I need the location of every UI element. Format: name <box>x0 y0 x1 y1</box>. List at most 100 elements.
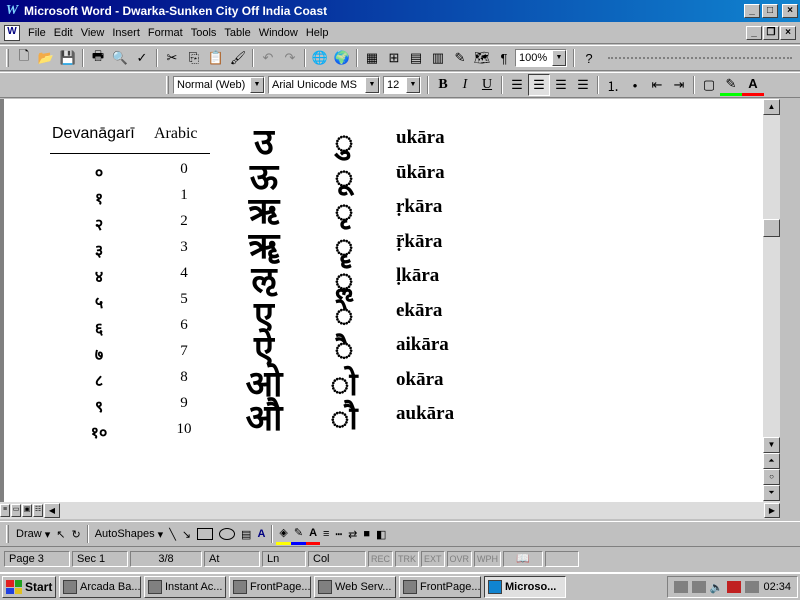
status-rec[interactable]: REC <box>368 551 394 567</box>
word-app-icon[interactable]: W <box>4 3 20 19</box>
print-icon[interactable]: 🖶 <box>87 47 109 69</box>
task-instant[interactable]: Instant Ac... <box>144 576 226 598</box>
outline-view-icon[interactable]: ☷ <box>33 504 43 517</box>
task-web-server[interactable]: Web Serv... <box>314 576 396 598</box>
menu-insert[interactable]: Insert <box>108 25 144 41</box>
menu-window[interactable]: Window <box>255 25 302 41</box>
borders-icon[interactable]: ▢ <box>698 74 720 96</box>
cut-icon[interactable]: ✂ <box>161 47 183 69</box>
task-word[interactable]: Microso... <box>484 576 566 598</box>
new-document-icon[interactable]: 🗋 <box>13 47 35 69</box>
document-icon[interactable]: W <box>4 24 20 41</box>
columns-icon[interactable]: ▥ <box>427 47 449 69</box>
document-map-icon[interactable]: 🗺 <box>471 47 493 69</box>
font-color-icon[interactable]: A <box>742 74 764 96</box>
tables-borders-icon[interactable]: ▦ <box>361 47 383 69</box>
bullets-icon[interactable]: • <box>624 74 646 96</box>
status-ovr[interactable]: OVR <box>446 551 473 567</box>
print-layout-icon[interactable]: ▣ <box>22 504 32 517</box>
task-frontpage-1[interactable]: FrontPage... <box>229 576 311 598</box>
prev-page-icon[interactable]: ⏶ <box>763 453 780 469</box>
redo-icon[interactable]: ↷ <box>279 47 301 69</box>
task-frontpage-2[interactable]: FrontPage... <box>399 576 481 598</box>
antivirus-icon[interactable] <box>727 581 742 593</box>
insert-excel-icon[interactable]: ▤ <box>405 47 427 69</box>
bold-button[interactable]: B <box>432 74 454 96</box>
monitor-icon[interactable] <box>691 581 706 593</box>
autoshapes-menu-button[interactable]: AutoShapes ▾ <box>92 523 167 545</box>
chevron-down-icon[interactable]: ▼ <box>365 77 379 93</box>
show-hide-icon[interactable]: ¶ <box>493 47 515 69</box>
align-right-icon[interactable]: ☰ <box>550 74 572 96</box>
scroll-up-icon[interactable]: ▲ <box>763 99 780 115</box>
status-trk[interactable]: TRK <box>395 551 420 567</box>
doc-close-button[interactable]: × <box>780 25 796 40</box>
toolbar-grip[interactable] <box>6 49 9 67</box>
menu-table[interactable]: Table <box>220 25 254 41</box>
undo-icon[interactable]: ↶ <box>257 47 279 69</box>
spelling-status-icon[interactable]: 📖 <box>503 551 544 567</box>
vertical-scrollbar[interactable]: ▲ ▼ ⏶ ○ ⏷ <box>763 99 780 502</box>
next-page-icon[interactable]: ⏷ <box>763 485 780 501</box>
3d-icon[interactable]: ◧ <box>373 523 389 545</box>
scroll-down-icon[interactable]: ▼ <box>763 437 780 453</box>
line-color-icon[interactable]: ✎ <box>290 523 307 545</box>
align-left-icon[interactable]: ☰ <box>506 74 528 96</box>
select-objects-icon[interactable]: ↖ <box>53 523 68 545</box>
menu-edit[interactable]: Edit <box>50 25 77 41</box>
dash-style-icon[interactable]: ┅ <box>332 523 345 545</box>
rectangle-icon[interactable] <box>197 528 214 540</box>
print-preview-icon[interactable]: 🔍 <box>109 47 131 69</box>
text-box-icon[interactable]: ▤ <box>238 523 254 545</box>
paste-icon[interactable]: 📋 <box>205 47 227 69</box>
scheduler-icon[interactable] <box>745 581 760 593</box>
task-arcada[interactable]: Arcada Ba... <box>59 576 141 598</box>
document-page[interactable]: Devanāgarī Arabic ० 0 १ 1 २ 2 ३ 3 ४ 4 ५ 5 ६ 6 ७ 7 ८ 8 ९ 9 १०… <box>0 99 763 502</box>
status-wph[interactable]: WPH <box>474 551 502 567</box>
underline-button[interactable]: U <box>476 74 498 96</box>
menu-tools[interactable]: Tools <box>187 25 221 41</box>
menu-file[interactable]: File <box>24 25 50 41</box>
web-toolbar-icon[interactable]: 🌍 <box>331 47 353 69</box>
open-folder-icon[interactable]: 📂 <box>35 47 57 69</box>
scroll-left-icon[interactable]: ◀ <box>44 503 60 518</box>
fill-color-icon[interactable]: ◈ <box>276 523 291 545</box>
select-browse-icon[interactable]: ○ <box>763 469 780 485</box>
hyperlink-icon[interactable]: 🌐 <box>309 47 331 69</box>
web-layout-icon[interactable]: ▭ <box>11 504 21 517</box>
free-rotate-icon[interactable]: ↻ <box>68 523 83 545</box>
normal-view-icon[interactable]: ≡ <box>0 504 10 517</box>
chevron-down-icon[interactable]: ▼ <box>552 50 566 66</box>
style-select[interactable]: Normal (Web) ▼ <box>173 76 265 94</box>
save-icon[interactable]: 💾 <box>57 47 79 69</box>
line-icon[interactable]: ╲ <box>166 523 179 545</box>
arrow-icon[interactable]: ↘ <box>179 523 194 545</box>
insert-table-icon[interactable]: ⊞ <box>383 47 405 69</box>
doc-minimize-button[interactable]: _ <box>746 25 762 40</box>
oval-icon[interactable] <box>219 528 236 540</box>
office-assistant-icon[interactable]: ? <box>578 47 600 69</box>
maximize-button[interactable]: □ <box>762 4 778 18</box>
highlight-icon[interactable]: ✎ <box>720 74 742 96</box>
font-select[interactable]: Arial Unicode MS ▼ <box>268 76 380 94</box>
line-style-icon[interactable]: ≡ <box>320 523 332 545</box>
close-button[interactable]: × <box>782 4 798 18</box>
shadow-icon[interactable]: ■ <box>360 523 373 545</box>
minimize-button[interactable]: _ <box>744 4 760 18</box>
volume-icon[interactable]: 🔈 <box>710 581 724 594</box>
doc-restore-button[interactable]: ❐ <box>763 25 779 40</box>
chevron-down-icon[interactable]: ▼ <box>250 77 264 93</box>
decrease-indent-icon[interactable]: ⇤ <box>646 74 668 96</box>
network-icon[interactable] <box>673 581 688 593</box>
menu-help[interactable]: Help <box>302 25 333 41</box>
format-painter-icon[interactable]: 🖌 <box>227 47 249 69</box>
zoom-select[interactable]: 100% ▼ <box>515 49 567 67</box>
status-ext[interactable]: EXT <box>421 551 445 567</box>
start-button[interactable]: Start <box>2 576 56 598</box>
wordart-icon[interactable]: A <box>254 523 268 545</box>
scroll-right-icon[interactable]: ▶ <box>764 503 780 518</box>
align-center-icon[interactable]: ☰ <box>528 74 550 96</box>
arrow-style-icon[interactable]: ⇄ <box>345 523 360 545</box>
increase-indent-icon[interactable]: ⇥ <box>668 74 690 96</box>
copy-icon[interactable]: ⎘ <box>183 47 205 69</box>
